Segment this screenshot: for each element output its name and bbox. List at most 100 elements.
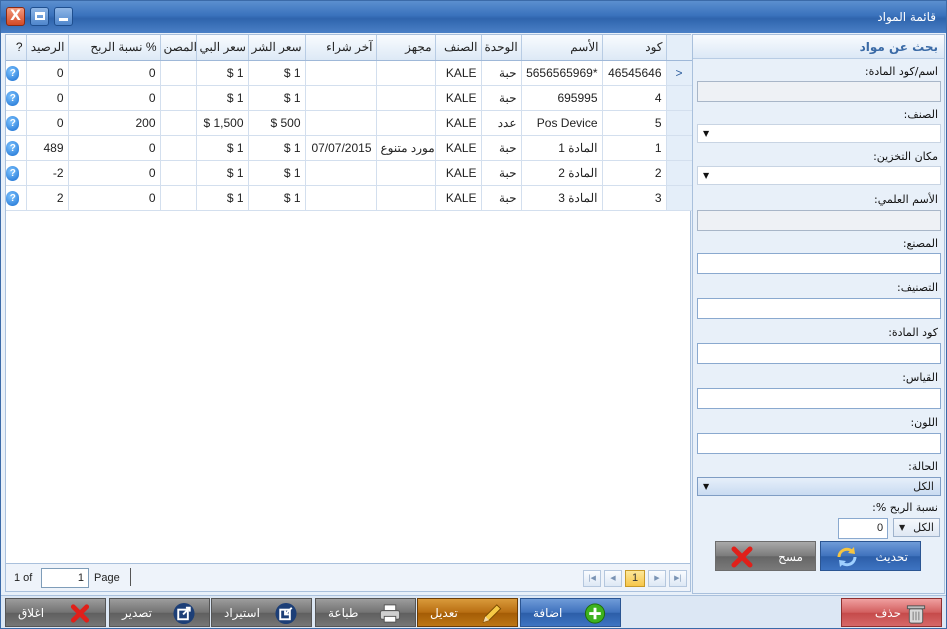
cell-profit: 0 bbox=[68, 135, 161, 161]
cell-supplier bbox=[376, 110, 436, 136]
refresh-button[interactable]: تحديث bbox=[820, 541, 921, 571]
row-selector[interactable] bbox=[666, 185, 693, 211]
export-icon bbox=[172, 602, 196, 625]
profit-operator-value: الكل bbox=[913, 521, 934, 534]
row-help-button[interactable]: ? bbox=[6, 110, 27, 136]
cell-manufacturer bbox=[160, 135, 197, 161]
row-help-button[interactable]: ? bbox=[6, 185, 27, 211]
column-header-unit[interactable]: الوحدة bbox=[481, 35, 522, 61]
name-code-input[interactable] bbox=[697, 81, 941, 102]
next-page-button[interactable]: ▶ bbox=[648, 570, 666, 587]
table-row[interactable]: ? 0 0 $ 1 $ 1 KALE حبة 695995 4 bbox=[6, 85, 693, 111]
red-x-icon bbox=[730, 545, 754, 569]
cell-last-purchase bbox=[305, 160, 377, 186]
table-row[interactable]: ? 0 200 $ 1,500 $ 500 KALE عدد Pos Devic… bbox=[6, 110, 693, 136]
last-page-button[interactable]: ▶| bbox=[669, 570, 687, 587]
column-header-category[interactable]: الصنف bbox=[435, 35, 482, 61]
column-header-code[interactable]: كود bbox=[602, 35, 667, 61]
manufacturer-input[interactable] bbox=[697, 253, 941, 274]
row-help-button[interactable]: ? bbox=[6, 85, 27, 111]
help-icon: ? bbox=[6, 90, 20, 106]
cell-code: 1 bbox=[602, 135, 667, 161]
export-button[interactable]: تصدير bbox=[109, 598, 210, 627]
delete-button-label: حذف bbox=[874, 606, 901, 620]
title-bar[interactable]: قائمة المواد X bbox=[1, 1, 946, 33]
row-indicator[interactable]: > bbox=[666, 60, 693, 86]
clear-button[interactable]: مسح bbox=[715, 541, 816, 571]
chevron-down-icon: ▼ bbox=[703, 129, 710, 138]
cell-last-purchase: 07/07/2015 bbox=[305, 135, 377, 161]
profit-operator-select[interactable]: الكل ▼ bbox=[893, 518, 940, 537]
row-selector[interactable] bbox=[666, 160, 693, 186]
close-button[interactable]: اغلاق bbox=[5, 598, 106, 627]
chevron-down-icon: ▼ bbox=[703, 171, 710, 180]
table-row[interactable]: ? -2 0 $ 1 $ 1 KALE حبة المادة 2 2 bbox=[6, 160, 693, 186]
cell-manufacturer bbox=[160, 185, 197, 211]
table-row[interactable]: ? 0 0 $ 1 $ 1 KALE حبة 5656565969* 46545… bbox=[6, 60, 693, 86]
size-input[interactable] bbox=[697, 388, 941, 409]
page-count-label: 1 of bbox=[14, 572, 33, 584]
cell-name: المادة 3 bbox=[521, 185, 603, 211]
search-panel-header: بحث عن مواد bbox=[693, 35, 944, 59]
column-header-manufacturer[interactable]: المصن bbox=[160, 35, 197, 61]
import-button[interactable]: استيراد bbox=[211, 598, 312, 627]
close-window-button[interactable]: X bbox=[6, 7, 25, 26]
row-help-button[interactable]: ? bbox=[6, 160, 27, 186]
column-header-help[interactable]: ? bbox=[6, 35, 27, 61]
column-header-buy-price[interactable]: سعر الشر bbox=[248, 35, 306, 61]
export-button-label: تصدير bbox=[122, 606, 153, 620]
column-header-supplier[interactable]: مجهز bbox=[376, 35, 436, 61]
current-page-button[interactable]: 1 bbox=[625, 570, 645, 587]
cell-last-purchase bbox=[305, 110, 377, 136]
column-header-sell-price[interactable]: سعر البي bbox=[196, 35, 249, 61]
page-number-input[interactable]: 1 bbox=[41, 568, 89, 588]
column-header-stock[interactable]: الرصيد bbox=[26, 35, 69, 61]
cell-sell-price: $ 1 bbox=[196, 60, 249, 86]
cell-manufacturer bbox=[160, 85, 197, 111]
maximize-window-button[interactable] bbox=[30, 7, 49, 26]
row-selector[interactable] bbox=[666, 85, 693, 111]
item-code-label: كود المادة: bbox=[888, 326, 938, 339]
cell-category: KALE bbox=[435, 135, 482, 161]
category-select[interactable]: ▼ bbox=[697, 124, 941, 143]
minimize-window-button[interactable] bbox=[54, 7, 73, 26]
row-selector[interactable] bbox=[666, 135, 693, 161]
scientific-name-input[interactable] bbox=[697, 210, 941, 231]
items-list-window: قائمة المواد X ? الرصيد نسبة الربح % الم… bbox=[0, 0, 947, 629]
table-row[interactable]: ? 2 0 $ 1 $ 1 KALE حبة المادة 3 3 bbox=[6, 185, 693, 211]
cell-profit: 200 bbox=[68, 110, 161, 136]
edit-button[interactable]: تعديل bbox=[417, 598, 518, 627]
last-page-icon: ▶| bbox=[674, 574, 682, 582]
column-header-last-purchase[interactable]: آخر شراء bbox=[305, 35, 377, 61]
column-header-name[interactable]: الأسم bbox=[521, 35, 603, 61]
cell-unit: عدد bbox=[481, 110, 522, 136]
pager: 1 of 1 Page |◀ ◀ 1 ▶ ▶| bbox=[5, 564, 691, 592]
row-selector[interactable] bbox=[666, 110, 693, 136]
help-icon: ? bbox=[6, 190, 20, 206]
profit-value-input[interactable]: 0 bbox=[838, 518, 888, 539]
column-header-profit[interactable]: نسبة الربح % bbox=[68, 35, 161, 61]
first-page-button[interactable]: |◀ bbox=[583, 570, 601, 587]
chevron-down-icon: ▼ bbox=[899, 523, 906, 532]
color-input[interactable] bbox=[697, 433, 941, 454]
cell-stock: 2 bbox=[26, 185, 69, 211]
cell-buy-price: $ 1 bbox=[248, 185, 306, 211]
cell-name: المادة 2 bbox=[521, 160, 603, 186]
delete-button[interactable]: حذف bbox=[841, 598, 942, 627]
table-row[interactable]: ? 489 0 $ 1 $ 1 07/07/2015 مورد متنوع KA… bbox=[6, 135, 693, 161]
item-code-input[interactable] bbox=[697, 343, 941, 364]
prev-page-button[interactable]: ◀ bbox=[604, 570, 622, 587]
status-select[interactable]: الكل ▼ bbox=[697, 477, 941, 496]
print-button[interactable]: طباعة bbox=[315, 598, 416, 627]
row-help-button[interactable]: ? bbox=[6, 60, 27, 86]
status-label: الحالة: bbox=[908, 460, 938, 473]
category-label: الصنف: bbox=[903, 108, 938, 121]
cell-unit: حبة bbox=[481, 135, 522, 161]
row-help-button[interactable]: ? bbox=[6, 135, 27, 161]
search-panel: بحث عن مواد اسم/كود المادة: الصنف: ▼ مكا… bbox=[692, 34, 945, 594]
first-page-icon: |◀ bbox=[588, 574, 596, 582]
cell-category: KALE bbox=[435, 110, 482, 136]
storage-select[interactable]: ▼ bbox=[697, 166, 941, 185]
classification-input[interactable] bbox=[697, 298, 941, 319]
add-button[interactable]: اضافة bbox=[520, 598, 621, 627]
